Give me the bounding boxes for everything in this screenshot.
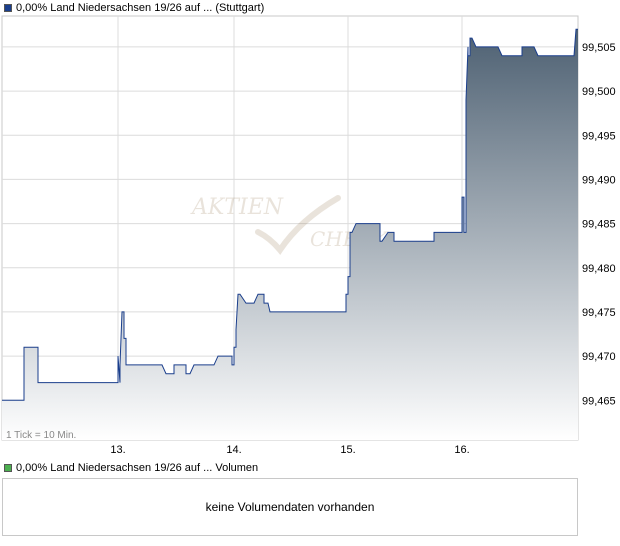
y-tick-label: 99,495 <box>582 130 616 142</box>
y-tick-label: 99,500 <box>582 86 616 98</box>
y-tick-label: 99,480 <box>582 263 616 275</box>
y-tick-label: 99,470 <box>582 351 616 363</box>
x-axis-labels: 13. 14. 15. 16. <box>110 444 469 456</box>
x-tick-label: 15. <box>340 444 355 456</box>
y-tick-label: 99,490 <box>582 174 616 186</box>
y-tick-label: 99,475 <box>582 307 616 319</box>
x-tick-label: 13. <box>110 444 125 456</box>
volume-legend: 0,00% Land Niedersachsen 19/26 auf ... V… <box>0 460 258 476</box>
x-tick-label: 16. <box>454 444 469 456</box>
watermark-word1: AKTIEN <box>190 195 284 220</box>
price-chart: AKTIEN CHECK 99,46599,47099,47599,48099,… <box>1 15 616 456</box>
volume-legend-label: 0,00% Land Niedersachsen 19/26 auf ... V… <box>16 462 259 474</box>
x-tick-label: 14. <box>226 444 241 456</box>
tick-note: 1 Tick = 10 Min. <box>6 430 76 441</box>
y-axis-labels: 99,465 99,470 99,475 99,480 99,485 99,490 99,4… <box>582 42 616 407</box>
y-tick-label: 99,485 <box>582 219 616 231</box>
y-tick-label: 99,505 <box>582 42 616 54</box>
volume-panel: keine Volumendaten vorhanden <box>2 478 578 536</box>
volume-legend-swatch <box>4 464 12 472</box>
y-tick-label: 99,465 <box>582 395 616 407</box>
volume-empty-message: keine Volumendaten vorhanden <box>205 500 375 514</box>
